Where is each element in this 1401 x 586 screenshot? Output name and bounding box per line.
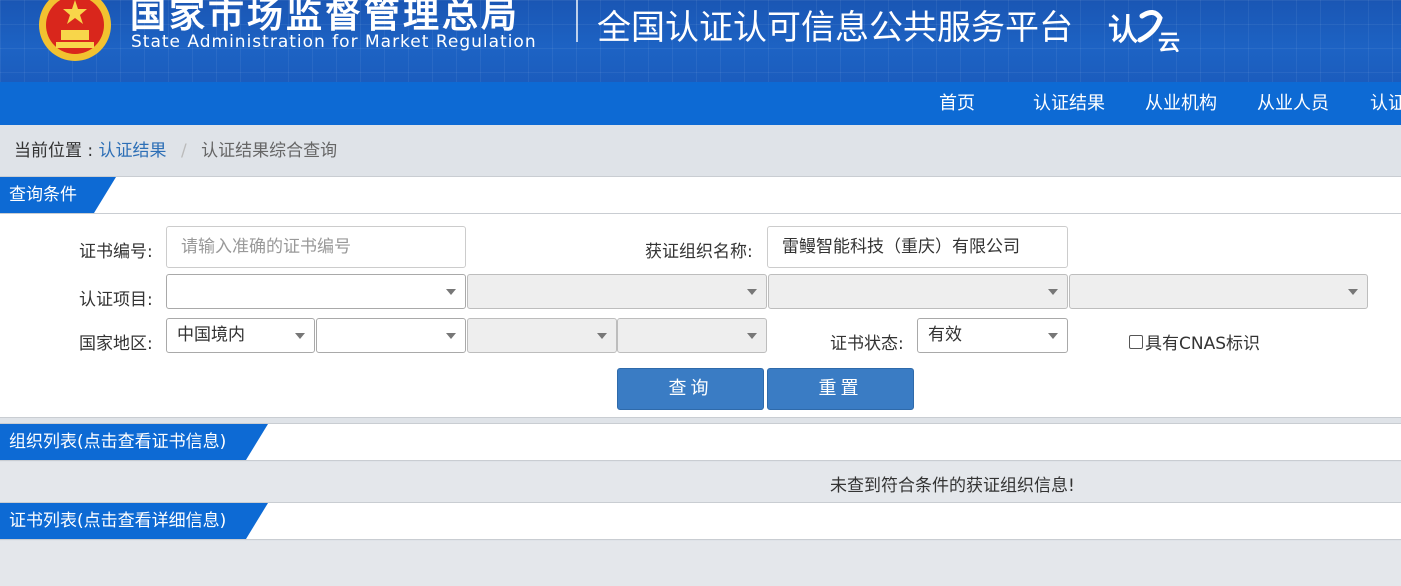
cert-project-select-3[interactable] bbox=[768, 274, 1068, 309]
query-section-tab: 查询条件 bbox=[0, 177, 77, 213]
nav-item-home[interactable]: 首页 bbox=[939, 82, 975, 125]
cert-no-input[interactable]: 请输入准确的证书编号 bbox=[166, 226, 466, 268]
search-button[interactable]: 查询 bbox=[617, 368, 764, 410]
chevron-down-icon bbox=[747, 333, 757, 339]
cert-project-label: 认证项目: bbox=[79, 290, 153, 310]
region-select-3[interactable] bbox=[467, 318, 617, 353]
cnas-checkbox-label: 具有CNAS标识 bbox=[1145, 334, 1261, 354]
cert-project-select-4[interactable] bbox=[1069, 274, 1368, 309]
chevron-down-icon bbox=[597, 333, 607, 339]
nav-item-cert-results[interactable]: 认证结果 bbox=[1033, 82, 1105, 125]
cert-project-select-1[interactable] bbox=[166, 274, 466, 309]
renzheng-cloud-logo-icon: 认 云 bbox=[1108, 10, 1180, 52]
org-list-empty-row: 未查到符合条件的获证组织信息! bbox=[0, 462, 1401, 502]
platform-title: 全国认证认可信息公共服务平台 bbox=[597, 8, 1073, 48]
svg-text:认: 认 bbox=[1108, 13, 1138, 48]
breadcrumb-separator: / bbox=[180, 141, 187, 161]
svg-text:云: 云 bbox=[1158, 31, 1180, 52]
cnas-checkbox-group: 具有CNAS标识 bbox=[1129, 329, 1260, 354]
cert-project-select-2[interactable] bbox=[467, 274, 767, 309]
national-emblem-icon bbox=[39, 0, 111, 61]
query-section-header: 查询条件 bbox=[0, 176, 1401, 214]
org-list-empty-message: 未查到符合条件的获证组织信息! bbox=[830, 476, 1075, 496]
cert-status-label: 证书状态: bbox=[830, 334, 904, 354]
cert-status-select[interactable]: 有效 bbox=[917, 318, 1068, 353]
nav-item-practitioners[interactable]: 从业人员 bbox=[1257, 82, 1329, 125]
org-name-input[interactable]: 雷鳗智能科技（重庆）有限公司 bbox=[767, 226, 1068, 268]
header-divider bbox=[576, 0, 578, 42]
chevron-down-icon bbox=[747, 289, 757, 295]
cert-no-label: 证书编号: bbox=[79, 242, 153, 262]
region-label: 国家地区: bbox=[79, 334, 153, 354]
region-select-4[interactable] bbox=[617, 318, 767, 353]
chevron-down-icon bbox=[1348, 289, 1358, 295]
main-nav: 首页 认证结果 从业机构 从业人员 认证 bbox=[0, 82, 1401, 125]
query-form: 证书编号: 请输入准确的证书编号 获证组织名称: 雷鳗智能科技（重庆）有限公司 … bbox=[0, 214, 1401, 418]
cert-list-section-tab: 证书列表(点击查看详细信息) bbox=[0, 503, 226, 539]
cert-status-value: 有效 bbox=[928, 325, 962, 345]
chevron-down-icon bbox=[446, 289, 456, 295]
header-banner: 国家市场监督管理总局 State Administration for Mark… bbox=[0, 0, 1401, 82]
cert-list-body bbox=[0, 541, 1401, 586]
nav-item-accreditation[interactable]: 认证 bbox=[1370, 82, 1401, 125]
org-list-section-header: 组织列表(点击查看证书信息) bbox=[0, 423, 1401, 461]
chevron-down-icon bbox=[1048, 333, 1058, 339]
breadcrumb: 当前位置 : 认证结果 / 认证结果综合查询 bbox=[14, 136, 337, 161]
reset-button[interactable]: 重置 bbox=[767, 368, 914, 410]
cnas-checkbox[interactable] bbox=[1129, 334, 1143, 349]
breadcrumb-link-cert-results[interactable]: 认证结果 bbox=[99, 141, 167, 161]
nav-item-institutions[interactable]: 从业机构 bbox=[1145, 82, 1217, 125]
org-name-label: 获证组织名称: bbox=[645, 242, 753, 262]
cert-list-section-header: 证书列表(点击查看详细信息) bbox=[0, 502, 1401, 540]
chevron-down-icon bbox=[295, 333, 305, 339]
chevron-down-icon bbox=[446, 333, 456, 339]
region-select-1[interactable]: 中国境内 bbox=[166, 318, 315, 353]
org-list-section-tab: 组织列表(点击查看证书信息) bbox=[0, 424, 226, 460]
region-select-2[interactable] bbox=[316, 318, 466, 353]
breadcrumb-current: 认证结果综合查询 bbox=[201, 141, 338, 161]
region-select-value: 中国境内 bbox=[177, 325, 245, 345]
org-list-section-title: 组织列表(点击查看证书信息) bbox=[9, 432, 227, 452]
chevron-down-icon bbox=[1048, 289, 1058, 295]
org-name-en: State Administration for Market Regulati… bbox=[131, 32, 537, 52]
query-section-title: 查询条件 bbox=[9, 185, 77, 205]
breadcrumb-prefix: 当前位置 : bbox=[14, 141, 94, 161]
cert-list-section-title: 证书列表(点击查看详细信息) bbox=[9, 511, 227, 531]
